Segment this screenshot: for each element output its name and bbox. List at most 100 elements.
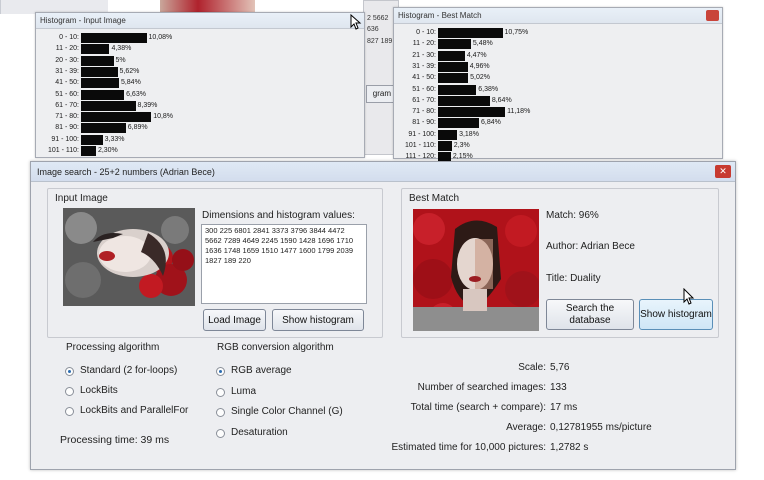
- histogram-bar: [81, 134, 103, 145]
- histogram-bar: [438, 141, 452, 151]
- histogram-input-titlebar[interactable]: Histogram - Input Image: [36, 13, 364, 29]
- histogram-row: 0 - 10: 10,08%: [36, 32, 356, 43]
- main-titlebar[interactable]: Image search - 25+2 numbers (Adrian Bece…: [31, 162, 735, 182]
- radio-button[interactable]: [65, 407, 74, 416]
- stat-value: 0,12781955 ms/picture: [550, 422, 652, 433]
- load-image-button[interactable]: Load Image: [203, 309, 266, 331]
- histogram-row: 51 - 60: 6,63%: [36, 89, 356, 100]
- histogram-row-percent: 3,33%: [104, 135, 125, 143]
- histogram-row-percent: 6,38%: [478, 85, 499, 93]
- match-text: Match: 96%: [546, 210, 599, 221]
- radio-option-label[interactable]: Luma: [231, 386, 256, 397]
- histogram-row-label: 101 - 110:: [47, 147, 79, 154]
- histogram-row-percent: 5%: [115, 56, 126, 64]
- window-title: Histogram - Input Image: [40, 16, 126, 25]
- radio-option-label[interactable]: LockBits and ParallelFor: [80, 405, 188, 416]
- histogram-row-percent: 6,84%: [481, 119, 501, 127]
- histogram-row: 21 - 30: 4,47%: [394, 50, 714, 61]
- histogram-row-percent: 6,89%: [127, 124, 148, 132]
- histogram-row-percent: 2,3%: [453, 142, 470, 149]
- histogram-row-label: 11 - 20:: [412, 40, 436, 48]
- histogram-row-percent: 6,63%: [126, 90, 146, 98]
- histogram-row-percent: 5,48%: [472, 40, 493, 48]
- show-histogram-best-button[interactable]: Show histogram: [639, 299, 713, 330]
- histogram-row: 20 - 30: 5%: [36, 55, 356, 66]
- histogram-row: 41 - 50: 5,02%: [394, 72, 714, 84]
- input-image-heading: Input Image: [55, 193, 108, 204]
- histogram-bar: [438, 61, 468, 72]
- histogram-input-window: Histogram - Input Image 0 - 10: 10,08% 11 …: [35, 12, 365, 158]
- title-text: Title: Duality: [546, 273, 601, 284]
- radio-button[interactable]: [216, 408, 225, 417]
- histogram-row: 101 - 110: 2,30%: [36, 145, 356, 156]
- histogram-row-percent: 5,62%: [119, 67, 140, 75]
- histogram-bar: [81, 78, 119, 89]
- histogram-row-percent: 10,08%: [148, 34, 173, 41]
- stat-label: Number of searched images:: [417, 382, 546, 393]
- radio-option-label[interactable]: Desaturation: [231, 427, 288, 438]
- histogram-row-label: 61 - 70:: [412, 96, 436, 104]
- histogram-row-percent: 10,8%: [153, 113, 174, 121]
- histogram-bar: [438, 118, 480, 129]
- radio-option-label[interactable]: RGB average: [231, 365, 292, 376]
- stat-value: 5,76: [550, 362, 570, 373]
- radio-option-label[interactable]: Standard (2 for-loops): [80, 365, 177, 376]
- histogram-row-label: 81 - 90:: [412, 119, 436, 127]
- author-text: Author: Adrian Bece: [546, 241, 635, 252]
- radio-button[interactable]: [65, 387, 74, 396]
- histogram-row-label: 61 - 70:: [55, 101, 79, 109]
- histogram-bar: [81, 112, 152, 123]
- radio-button[interactable]: [216, 428, 225, 438]
- histogram-row-percent: 10,75%: [504, 29, 529, 36]
- histogram-row-label: 51 - 60:: [412, 85, 436, 93]
- bg-text-2: 636: [367, 26, 379, 33]
- histogram-row-label: 0 - 10:: [59, 34, 79, 41]
- histogram-row: 31 - 39: 4,96%: [394, 61, 714, 72]
- histogram-row: 0 - 10: 10,75%: [394, 27, 714, 38]
- histogram-row-label: 71 - 80:: [55, 113, 79, 121]
- histogram-row-percent: 5,02%: [470, 74, 490, 82]
- show-histogram-input-button[interactable]: Show histogram: [272, 309, 364, 331]
- radio-button[interactable]: [216, 367, 225, 376]
- mouse-cursor-icon: [350, 14, 362, 30]
- bg-text-1: 2 5662: [367, 15, 389, 22]
- stat-value: 1,2782 s: [550, 442, 589, 453]
- histogram-bar: [81, 100, 136, 111]
- histogram-bar: [81, 89, 125, 100]
- histogram-row-label: 91 - 100:: [51, 135, 79, 143]
- close-icon[interactable]: [706, 10, 719, 21]
- histogram-row-label: 51 - 60:: [55, 90, 79, 98]
- histogram-row: 31 - 39: 5,62%: [36, 66, 356, 77]
- dimensions-values-textbox[interactable]: 300 225 6801 2841 3373 3796 3844 4472 56…: [201, 224, 367, 304]
- histogram-bar: [81, 55, 114, 66]
- histogram-row-percent: 4,47%: [466, 51, 487, 59]
- stat-value: 133: [550, 382, 567, 393]
- radio-option-label[interactable]: Single Color Channel (G): [231, 406, 343, 417]
- histogram-row: 91 - 100: 3,18%: [394, 129, 714, 140]
- histogram-bar: [438, 50, 465, 61]
- image-search-window: Image search - 25+2 numbers (Adrian Bece…: [30, 161, 736, 470]
- histogram-row-label: 31 - 39:: [55, 67, 79, 75]
- stat-label: Estimated time for 10,000 pictures:: [391, 442, 546, 453]
- histogram-row-percent: 8,64%: [491, 96, 512, 104]
- histogram-bar: [438, 84, 477, 95]
- histogram-bar: [81, 44, 110, 55]
- histogram-row: 51 - 60: 6,38%: [394, 84, 714, 95]
- close-icon[interactable]: ✕: [715, 165, 731, 178]
- histogram-best-titlebar[interactable]: Histogram - Best Match: [394, 8, 722, 24]
- histogram-row: 71 - 80: 11,18%: [394, 106, 714, 118]
- stat-label: Average:: [506, 422, 546, 433]
- window-title: Image search - 25+2 numbers (Adrian Bece…: [37, 167, 215, 177]
- histogram-row-label: 71 - 80:: [412, 108, 436, 116]
- radio-button[interactable]: [65, 367, 74, 376]
- best-match-heading: Best Match: [409, 193, 460, 204]
- radio-button[interactable]: [216, 387, 225, 397]
- search-database-button[interactable]: Search the database: [546, 299, 634, 330]
- radio-option-label[interactable]: LockBits: [80, 385, 118, 396]
- histogram-bar: [81, 33, 147, 43]
- stat-value: 17 ms: [550, 402, 578, 413]
- histogram-row-percent: 3,18%: [459, 130, 479, 138]
- histogram-row: 91 - 100: 3,33%: [36, 134, 356, 145]
- processing-time-text: Processing time: 39 ms: [60, 434, 170, 446]
- mouse-cursor-icon: [683, 288, 695, 305]
